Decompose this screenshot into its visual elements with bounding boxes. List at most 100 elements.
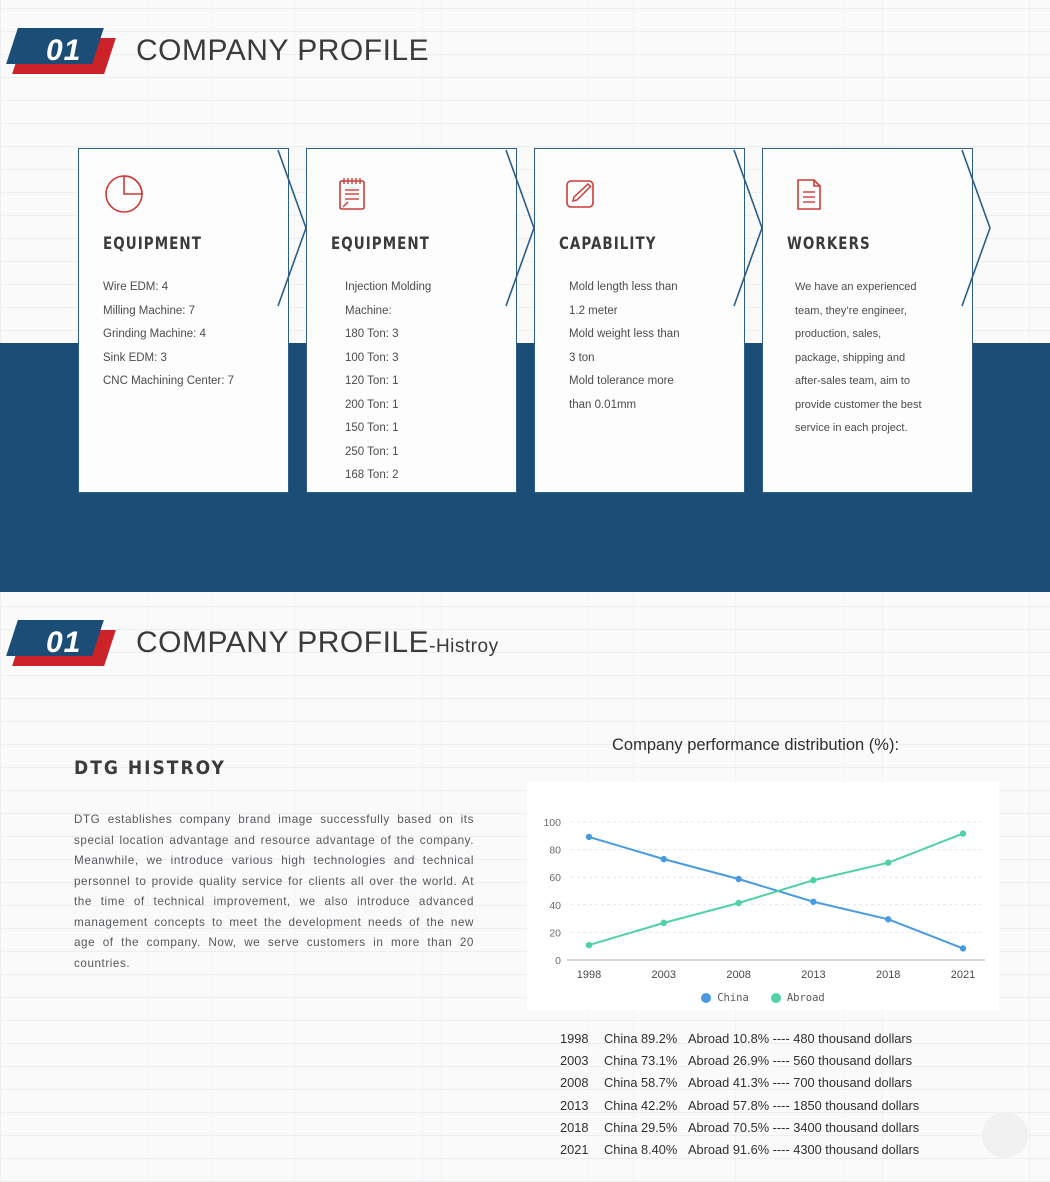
- chevron-connector-3: [733, 149, 763, 307]
- chart-title: Company performance distribution (%):: [612, 736, 900, 754]
- legend-dot-china: [701, 993, 712, 1003]
- data-china: China 89.2%: [604, 1031, 678, 1046]
- data-abroad: Abroad 10.8% ---- 480 thousand dollars: [688, 1031, 913, 1046]
- card-line: CNC Machining Center: 7: [103, 375, 235, 387]
- card-body: Mold length less than 1.2 meter Mold wei…: [569, 276, 722, 417]
- card-title: WORKERS: [787, 234, 871, 254]
- section-header-1: 01 COMPANY PROFILE: [6, 28, 430, 74]
- data-year: 2021: [560, 1142, 589, 1158]
- card-line: 250 Ton: 1: [345, 445, 399, 458]
- legend-item-abroad[interactable]: Abroad: [770, 992, 825, 1004]
- chart-point: [810, 877, 817, 884]
- section-title-2-main: COMPANY PROFILE: [136, 626, 430, 659]
- card-line: Mold weight less than: [569, 328, 680, 340]
- chart-point: [735, 875, 742, 883]
- card-body: We have an experienced team, they’re eng…: [795, 276, 950, 441]
- history-title: DTG HISTROY: [74, 757, 226, 779]
- data-row: 2003 China 73.1% Abroad 26.9% ---- 560 t…: [560, 1050, 919, 1072]
- card-body: Wire EDM: 4 Milling Machine: 7 Grinding …: [103, 276, 266, 394]
- chart-point: [660, 919, 667, 927]
- svg-text:2018: 2018: [876, 969, 900, 981]
- legend-dot-abroad: [770, 993, 781, 1003]
- chart-svg: 0 20 40 60 80 100 1998 2003 2008 2013 2018 2021: [543, 817, 985, 981]
- chart-point: [885, 916, 892, 923]
- svg-text:2003: 2003: [652, 969, 676, 981]
- card-line: 120 Ton: 1: [345, 375, 399, 387]
- card-workers[interactable]: WORKERS We have an experienced team, the…: [762, 148, 973, 493]
- card-line: 1.2 meter: [569, 304, 618, 317]
- card-body: Injection Molding Machine: 180 Ton: 3 10…: [345, 276, 494, 488]
- card-line: production, sales,: [795, 328, 882, 340]
- card-capability[interactable]: CAPABILITY Mold length less than 1.2 met…: [534, 148, 745, 493]
- performance-data-list: 1998 China 89.2% Abroad 10.8% ---- 480 t…: [560, 1028, 919, 1161]
- card-line: Milling Machine: 7: [103, 304, 196, 317]
- card-equipment-2[interactable]: EQUIPMENT Injection Molding Machine: 180…: [306, 148, 517, 493]
- svg-text:1998: 1998: [577, 969, 601, 981]
- svg-text:2021: 2021: [951, 969, 975, 981]
- card-line: provide customer the best: [795, 398, 922, 411]
- legend-label-abroad: Abroad: [786, 992, 825, 1004]
- card-title: EQUIPMENT: [331, 234, 430, 254]
- card-line: 100 Ton: 3: [345, 351, 399, 364]
- card-title: CAPABILITY: [559, 234, 657, 254]
- card-line: package, shipping and: [795, 351, 906, 364]
- chart-point: [585, 941, 593, 949]
- card-line: 150 Ton: 1: [345, 422, 399, 434]
- svg-text:0: 0: [555, 955, 561, 967]
- chart-y-tick-labels: 0 20 40 60 80 100: [543, 817, 561, 967]
- chart-point: [735, 899, 742, 907]
- data-year: 1998: [560, 1031, 589, 1046]
- card-line: Machine:: [345, 304, 392, 317]
- history-paragraph: DTG establishes company brand image succ…: [74, 813, 474, 970]
- chevron-connector-4: [961, 149, 991, 307]
- svg-text:100: 100: [543, 817, 561, 829]
- card-line: service in each project.: [795, 422, 908, 434]
- data-abroad: Abroad 41.3% ---- 700 thousand dollars: [688, 1075, 913, 1091]
- section-title-1: COMPANY PROFILE: [136, 34, 430, 67]
- section-number-1: 01: [46, 34, 82, 67]
- chart-gridlines: [571, 821, 985, 933]
- data-year: 2008: [560, 1075, 589, 1091]
- pie-chart-icon: [105, 175, 143, 213]
- data-abroad: Abroad 91.6% ---- 4300 thousand dollars: [688, 1142, 920, 1158]
- data-row: 1998 China 89.2% Abroad 10.8% ---- 480 t…: [560, 1028, 919, 1050]
- card-line: after-sales team, aim to: [795, 375, 910, 387]
- card-line: We have an experienced: [795, 281, 917, 293]
- notepad-icon: [339, 178, 365, 210]
- data-year: 2013: [560, 1097, 589, 1113]
- section-title-2: COMPANY PROFILE-Histroy: [136, 626, 499, 660]
- card-line: 200 Ton: 1: [345, 398, 399, 411]
- chart-point: [810, 898, 817, 905]
- performance-chart: 0 20 40 60 80 100 1998 2003 2008 2013 2018 2021 Ch…: [527, 782, 999, 1010]
- svg-text:2013: 2013: [801, 969, 825, 981]
- card-line: than 0.01mm: [569, 398, 637, 411]
- card-line: 3 ton: [569, 351, 595, 364]
- data-row: 2008 China 58.7% Abroad 41.3% ---- 700 t…: [560, 1072, 919, 1094]
- data-year: 2018: [560, 1119, 589, 1135]
- svg-text:60: 60: [549, 872, 561, 884]
- data-china: China 42.2%: [604, 1097, 678, 1113]
- card-line: 168 Ton: 2: [345, 469, 399, 481]
- card-line: Sink EDM: 3: [103, 351, 167, 364]
- card-line: Injection Molding: [345, 281, 432, 293]
- card-line: team, they’re engineer,: [795, 304, 907, 317]
- section-number-2: 01: [46, 626, 82, 659]
- document-icon: [797, 179, 821, 210]
- svg-text:40: 40: [549, 900, 561, 912]
- legend-item-china[interactable]: China: [701, 992, 749, 1004]
- data-row: 2018 China 29.5% Abroad 70.5% ---- 3400 …: [560, 1117, 919, 1139]
- chart-legend: China Abroad: [527, 992, 999, 1004]
- chart-point: [885, 859, 892, 866]
- section-subtitle-2: -Histroy: [429, 636, 499, 657]
- card-line: Mold tolerance more: [569, 375, 674, 387]
- card-line: 180 Ton: 3: [345, 328, 399, 340]
- data-china: China 8.40%: [604, 1142, 678, 1158]
- chevron-connector-2: [505, 149, 535, 307]
- card-line: Wire EDM: 4: [103, 281, 169, 293]
- chevron-connector-1: [277, 149, 307, 307]
- watermark-circle: [982, 1112, 1028, 1158]
- section-number-tag-1: 01: [6, 28, 116, 74]
- data-abroad: Abroad 57.8% ---- 1850 thousand dollars: [688, 1097, 920, 1113]
- card-equipment-1[interactable]: EQUIPMENT Wire EDM: 4 Milling Machine: 7…: [78, 148, 289, 493]
- chart-point: [585, 833, 593, 841]
